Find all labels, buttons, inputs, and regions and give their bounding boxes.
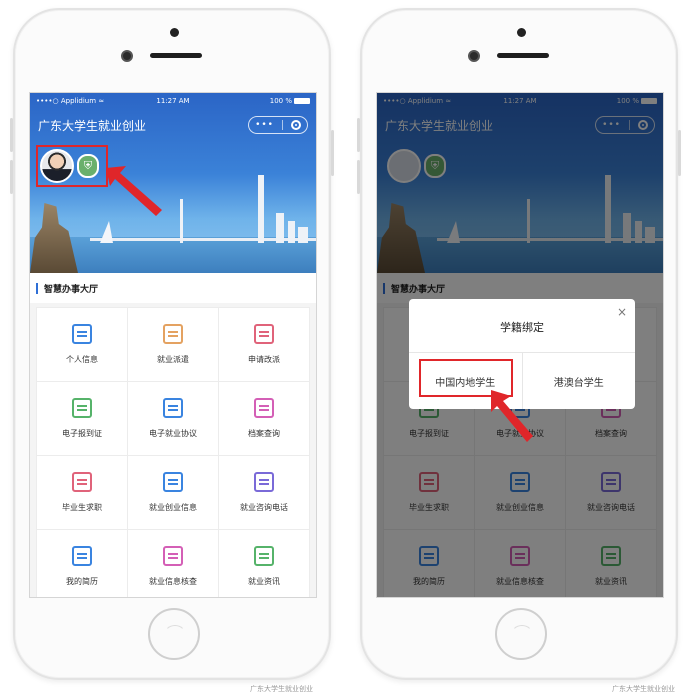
front-camera (121, 50, 133, 62)
service-item-label: 就业资讯 (248, 577, 280, 586)
highlight-box-avatar (36, 145, 108, 187)
volume-up-button (357, 118, 360, 152)
phone-right: ••••○ Applidium ≈ 11:27 AM 100 % 广东大学生就业… (357, 8, 681, 680)
front-sensor (517, 28, 526, 37)
service-item[interactable]: 就业派遣 (128, 308, 219, 382)
capsule-divider (282, 120, 283, 130)
service-item-label: 就业咨询电话 (240, 503, 288, 512)
more-menu-icon[interactable]: ••• (255, 120, 274, 130)
screenshot-stage: ••••○ Applidium ≈ 11:27 AM 100 % 广东大学生就业… (0, 0, 689, 695)
service-item-label: 就业信息核查 (149, 577, 197, 586)
status-bar: ••••○ Applidium ≈ 11:27 AM 100 % (30, 93, 316, 109)
service-item[interactable]: 电子报到证 (37, 382, 128, 456)
section-accent-bar (36, 282, 38, 294)
watermark-right: 广东大学生就业创业 (612, 685, 675, 693)
earpiece-speaker (150, 53, 202, 58)
battery-status: 100 % (219, 97, 310, 105)
volume-down-button (10, 160, 13, 194)
building (298, 227, 308, 243)
copy-docs-icon (254, 324, 274, 344)
badge-check-icon (163, 546, 183, 566)
battery-label: 100 % (269, 97, 292, 105)
service-item[interactable]: 电子就业协议 (128, 382, 219, 456)
service-grid: 个人信息就业派遣申请改派电子报到证电子就业协议档案查询毕业生求职就业创业信息就业… (36, 307, 310, 597)
front-camera (468, 50, 480, 62)
id-card-icon (72, 398, 92, 418)
service-item-label: 电子就业协议 (149, 429, 197, 438)
app-title: 广东大学生就业创业 (38, 118, 147, 133)
service-item[interactable]: 档案查询 (219, 382, 310, 456)
section-title: 智慧办事大厅 (44, 284, 99, 295)
earpiece-speaker (497, 53, 549, 58)
service-item[interactable]: 我的简历 (37, 530, 128, 597)
phone-left: ••••○ Applidium ≈ 11:27 AM 100 % 广东大学生就业… (10, 8, 334, 680)
building (276, 213, 284, 243)
battery-icon (293, 98, 310, 104)
document-list-icon (163, 324, 183, 344)
watermark-left: 广东大学生就业创业 (250, 685, 313, 693)
app-screen: ••••○ Applidium ≈ 11:27 AM 100 % 广东大学生就业… (376, 92, 664, 598)
service-item[interactable]: 申请改派 (219, 308, 310, 382)
service-item-label: 电子报到证 (62, 429, 102, 438)
city-skyline-image (30, 175, 316, 273)
service-item-label: 就业创业信息 (149, 503, 197, 512)
graduation-cap-icon (72, 472, 92, 492)
volume-down-button (357, 160, 360, 194)
clock-label: 11:27 AM (156, 97, 190, 105)
phone-icon (254, 472, 274, 492)
service-item-label: 档案查询 (248, 429, 280, 438)
service-item-label: 毕业生求职 (62, 503, 102, 512)
home-button (495, 608, 547, 660)
service-item-label: 申请改派 (248, 355, 280, 364)
section-header: 智慧办事大厅 (30, 273, 316, 303)
home-button (148, 608, 200, 660)
close-miniprogram-icon[interactable] (291, 120, 301, 130)
volume-up-button (10, 118, 13, 152)
front-sensor (170, 28, 179, 37)
building (288, 221, 295, 243)
miniprogram-capsule: ••• (248, 116, 308, 134)
power-button (331, 130, 334, 176)
sailboat-decor (100, 221, 113, 243)
bridge-tower (180, 199, 183, 243)
carrier-label: ••••○ Applidium ≈ (36, 97, 105, 105)
hk-macao-taiwan-student-button[interactable]: 港澳台学生 (521, 353, 636, 409)
agreement-doc-icon (163, 398, 183, 418)
news-list-icon (254, 546, 274, 566)
service-item-label: 个人信息 (66, 355, 98, 364)
canton-tower (258, 175, 264, 243)
pointer-arrow-left (106, 166, 162, 216)
service-item[interactable]: 个人信息 (37, 308, 128, 382)
nav-bar: 广东大学生就业创业 ••• (30, 113, 316, 137)
app-screen: ••••○ Applidium ≈ 11:27 AM 100 % 广东大学生就业… (29, 92, 317, 598)
person-card-icon (72, 324, 92, 344)
service-item-label: 我的简历 (66, 577, 98, 586)
close-icon[interactable]: × (617, 305, 627, 319)
modal-title: 学籍绑定 (409, 299, 635, 353)
service-item[interactable]: 就业咨询电话 (219, 456, 310, 530)
pointer-arrow-right (491, 390, 533, 442)
envelope-icon (254, 398, 274, 418)
folder-icon (72, 546, 92, 566)
briefcase-icon (163, 472, 183, 492)
power-button (678, 130, 681, 176)
service-item[interactable]: 就业创业信息 (128, 456, 219, 530)
service-item[interactable]: 就业信息核查 (128, 530, 219, 597)
header-banner: ••••○ Applidium ≈ 11:27 AM 100 % 广东大学生就业… (30, 93, 316, 273)
service-item[interactable]: 毕业生求职 (37, 456, 128, 530)
service-item-label: 就业派遣 (157, 355, 189, 364)
service-item[interactable]: 就业资讯 (219, 530, 310, 597)
